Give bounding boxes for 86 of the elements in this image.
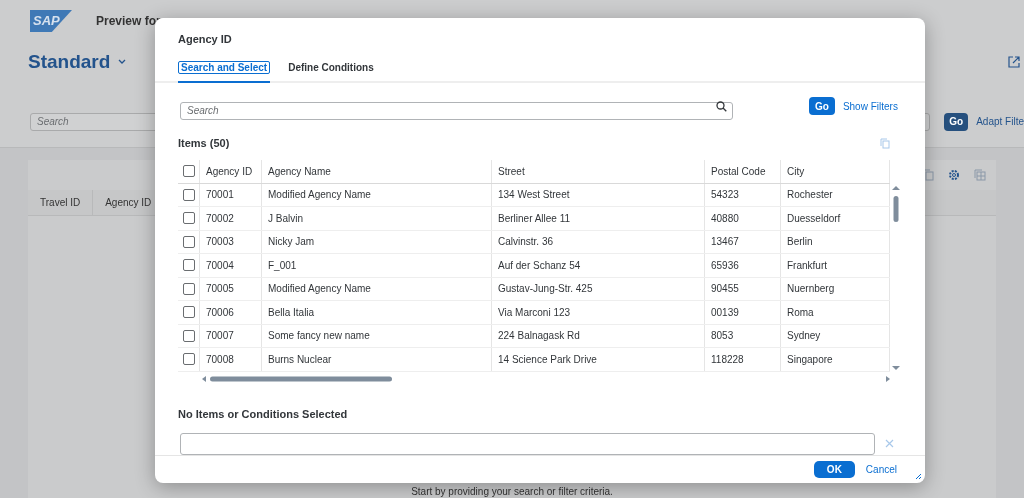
search-icon[interactable] bbox=[716, 101, 727, 112]
token-field[interactable] bbox=[180, 432, 875, 455]
table-cell: Nuernberg bbox=[781, 277, 890, 300]
chevron-down-icon[interactable] bbox=[118, 59, 127, 66]
empty-message: Start by providing your search or filter criteria. bbox=[411, 486, 613, 498]
table-cell: Burns Nuclear bbox=[262, 348, 492, 371]
table-cell: Roma bbox=[781, 301, 890, 324]
vertical-scrollbar[interactable] bbox=[890, 183, 902, 372]
show-filters-link[interactable]: Show Filters bbox=[842, 98, 898, 114]
table-row[interactable]: 70008 Burns Nuclear 14 Science Park Drive 118228 Singapore bbox=[178, 348, 890, 372]
table-cell: 14 Science Park Drive bbox=[492, 348, 705, 371]
table-row[interactable]: 70007 Some fancy new name 224 Balnagask Rd 8053 Sydney bbox=[178, 324, 890, 348]
table-cell: 224 Balnagask Rd bbox=[492, 324, 705, 347]
column-header: Agency Name bbox=[262, 159, 492, 183]
table-cell: 70002 bbox=[200, 207, 262, 230]
checkbox[interactable] bbox=[182, 306, 195, 319]
selected-title: No Items or Conditions Selected bbox=[178, 407, 348, 420]
checkbox[interactable] bbox=[182, 353, 195, 366]
table-row[interactable]: 70005 Modified Agency Name Gustav-Jung-Str. 425 90455 Nuernberg bbox=[178, 277, 890, 301]
table-cell: Berliner Allee 11 bbox=[492, 207, 705, 230]
checkbox[interactable] bbox=[182, 259, 195, 272]
tab[interactable]: Define Conditions bbox=[286, 60, 376, 81]
table-cell: J Balvin bbox=[262, 207, 492, 230]
table-cell: 118228 bbox=[705, 348, 781, 371]
table-row[interactable]: 70006 Bella Italia Via Marconi 123 00139 Roma bbox=[178, 301, 890, 325]
table-cell: 90455 bbox=[705, 277, 781, 300]
table-cell: 40880 bbox=[705, 207, 781, 230]
table-row[interactable]: 70002 J Balvin Berliner Allee 11 40880 Duesseldorf bbox=[178, 207, 890, 231]
table-cell: 13467 bbox=[705, 230, 781, 253]
table-cell: 70001 bbox=[200, 183, 262, 206]
variant-title[interactable]: Standard bbox=[28, 48, 111, 77]
table-cell: Nicky Jam bbox=[262, 230, 492, 253]
table-cell: Gustav-Jung-Str. 425 bbox=[492, 277, 705, 300]
table-row[interactable]: 70001 Modified Agency Name 134 West Street 54323 Rochester bbox=[178, 183, 890, 207]
table-cell: Modified Agency Name bbox=[262, 277, 492, 300]
table-cell: 134 West Street bbox=[492, 183, 705, 206]
settings-icon[interactable] bbox=[948, 169, 960, 181]
copy-icon[interactable] bbox=[923, 169, 934, 181]
go-button[interactable]: Go bbox=[809, 97, 835, 115]
table-cell: Via Marconi 123 bbox=[492, 301, 705, 324]
checkbox[interactable] bbox=[182, 212, 195, 225]
table-cell: Bella Italia bbox=[262, 301, 492, 324]
go-button[interactable]: Go bbox=[944, 112, 969, 131]
table-row[interactable]: 70003 Nicky Jam Calvinstr. 36 13467 Berlin bbox=[178, 230, 890, 254]
share-icon[interactable] bbox=[1008, 56, 1020, 69]
table-cell: 70006 bbox=[200, 301, 262, 324]
checkbox[interactable] bbox=[182, 282, 195, 295]
cancel-button[interactable]: Cancel bbox=[865, 461, 897, 477]
table-cell: 8053 bbox=[705, 324, 781, 347]
table-cell: Modified Agency Name bbox=[262, 183, 492, 206]
table-cell: Frankfurt bbox=[781, 254, 890, 277]
search-field[interactable]: Search bbox=[180, 101, 733, 120]
table-cell: Calvinstr. 36 bbox=[492, 230, 705, 253]
table-cell: F_001 bbox=[262, 254, 492, 277]
table-cell: Some fancy new name bbox=[262, 324, 492, 347]
table-cell: 65936 bbox=[705, 254, 781, 277]
column-header: Travel ID bbox=[28, 190, 94, 215]
table-cell: Auf der Schanz 54 bbox=[492, 254, 705, 277]
checkbox[interactable] bbox=[182, 329, 195, 342]
table-cell: 00139 bbox=[705, 301, 781, 324]
table-cell: Singapore bbox=[781, 348, 890, 371]
column-header: Agency ID bbox=[200, 159, 262, 183]
adapt-filters-link[interactable]: Adapt Filte bbox=[976, 114, 1024, 129]
column-header: Postal Code bbox=[705, 159, 781, 183]
column-header: City bbox=[781, 159, 890, 183]
column-header: Street bbox=[492, 159, 705, 183]
table-cell: 70004 bbox=[200, 254, 262, 277]
table-cell: 70003 bbox=[200, 230, 262, 253]
table-cell: 54323 bbox=[705, 183, 781, 206]
dialog-title: Agency ID bbox=[178, 33, 232, 45]
resize-grip-icon[interactable] bbox=[915, 473, 922, 480]
table-cell: Duesseldorf bbox=[781, 207, 890, 230]
checkbox[interactable] bbox=[182, 235, 195, 248]
table-row[interactable]: 70004 F_001 Auf der Schanz 54 65936 Frankfurt bbox=[178, 254, 890, 278]
logo: SAP bbox=[30, 10, 72, 32]
table-cell: Rochester bbox=[781, 183, 890, 206]
checkbox[interactable] bbox=[182, 188, 195, 201]
ok-button[interactable]: OK bbox=[813, 460, 855, 478]
table-cell: Sydney bbox=[781, 324, 890, 347]
items-title: Items (50) bbox=[178, 136, 230, 151]
checkbox[interactable] bbox=[182, 165, 195, 177]
table-cell: Berlin bbox=[781, 230, 890, 253]
horizontal-scrollbar[interactable] bbox=[202, 374, 890, 383]
table-cell: 70008 bbox=[200, 348, 262, 371]
table-cell: 70007 bbox=[200, 324, 262, 347]
table-cell: 70005 bbox=[200, 277, 262, 300]
